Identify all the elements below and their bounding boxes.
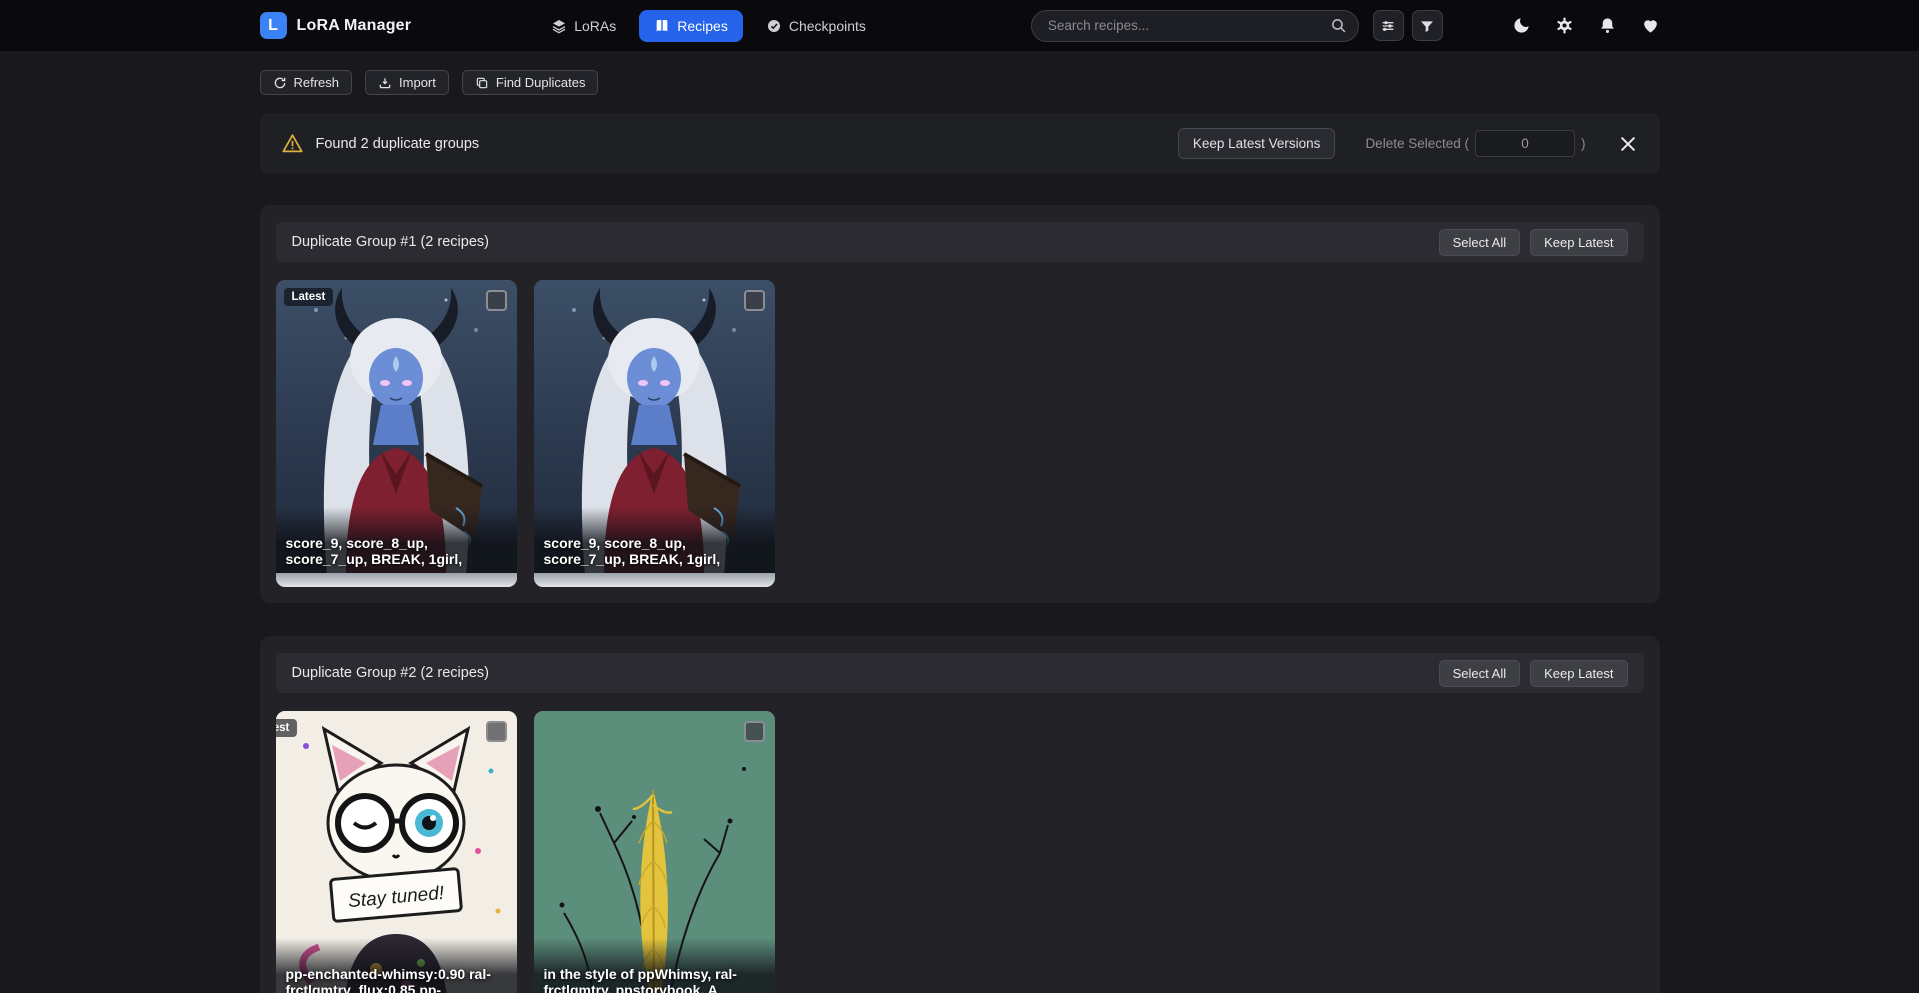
- filter-button[interactable]: [1412, 10, 1443, 41]
- card-caption: pp-enchanted-whimsy:0.90 ral-frctlgmtry_…: [276, 938, 517, 993]
- layers-icon: [551, 18, 567, 34]
- button-label: Refresh: [294, 75, 340, 90]
- card-caption: in the style of ppWhimsy, ral-frctlgmtry…: [534, 938, 775, 993]
- navbar: L LoRA Manager LoRAs Recipes: [0, 0, 1919, 51]
- group-title: Duplicate Group #1 (2 recipes): [292, 234, 489, 250]
- settings-button[interactable]: [1555, 16, 1574, 35]
- warning-icon: [282, 133, 303, 154]
- tab-checkpoints[interactable]: Checkpoints: [751, 10, 881, 42]
- card-list: Stay tuned! Latest pp-enchanted-whimsy:0…: [276, 711, 1644, 993]
- close-alert-button[interactable]: [1618, 134, 1638, 154]
- funnel-icon: [1419, 18, 1435, 34]
- search-icon[interactable]: [1330, 17, 1347, 34]
- app-title: LoRA Manager: [297, 17, 412, 35]
- refresh-icon: [273, 76, 287, 90]
- delete-count-input[interactable]: [1475, 130, 1575, 157]
- latest-badge: Latest: [276, 719, 298, 737]
- support-button[interactable]: [1641, 16, 1660, 35]
- find-duplicates-button[interactable]: Find Duplicates: [462, 70, 599, 95]
- sort-options-button[interactable]: [1373, 10, 1404, 41]
- group-title: Duplicate Group #2 (2 recipes): [292, 665, 489, 681]
- book-icon: [654, 18, 670, 34]
- card-checkbox[interactable]: [744, 290, 765, 311]
- recipe-card[interactable]: in the style of ppWhimsy, ral-frctlgmtry…: [534, 711, 775, 993]
- keep-latest-button[interactable]: Keep Latest: [1530, 660, 1627, 687]
- check-circle-icon: [766, 18, 782, 34]
- card-footer-strip: [276, 573, 517, 587]
- brand: L LoRA Manager: [260, 12, 412, 39]
- button-label: Find Duplicates: [496, 75, 586, 90]
- card-checkbox[interactable]: [486, 290, 507, 311]
- duplicates-alert: Found 2 duplicate groups Keep Latest Ver…: [260, 113, 1660, 174]
- group-actions: Select All Keep Latest: [1439, 660, 1628, 687]
- alert-message: Found 2 duplicate groups: [316, 136, 480, 152]
- recipe-card[interactable]: Latest score_9, score_8_up, score_7_up, …: [276, 280, 517, 587]
- navbar-actions: [1512, 16, 1660, 35]
- toolbar: Refresh Import Find Duplicates: [260, 70, 1660, 95]
- delete-selected-label: Delete Selected (: [1365, 136, 1469, 151]
- group-header: Duplicate Group #1 (2 recipes) Select Al…: [276, 222, 1644, 262]
- app-screen: L LoRA Manager LoRAs Recipes: [0, 0, 1919, 993]
- notifications-button[interactable]: [1598, 16, 1617, 35]
- card-checkbox[interactable]: [486, 721, 507, 742]
- button-label: Import: [399, 75, 436, 90]
- select-all-button[interactable]: Select All: [1439, 660, 1520, 687]
- group-actions: Select All Keep Latest: [1439, 229, 1628, 256]
- card-caption: score_9, score_8_up, score_7_up, BREAK, …: [276, 507, 517, 573]
- card-caption: score_9, score_8_up, score_7_up, BREAK, …: [534, 507, 775, 573]
- tab-recipes[interactable]: Recipes: [639, 10, 743, 42]
- search-input[interactable]: [1031, 10, 1359, 42]
- tab-label: Checkpoints: [789, 18, 866, 34]
- latest-badge: Latest: [284, 288, 334, 306]
- search: [1031, 10, 1359, 42]
- main-content: Refresh Import Find Duplicates Found 2 d…: [260, 70, 1660, 993]
- duplicates-icon: [475, 76, 489, 90]
- delete-selected-button[interactable]: Delete Selected ( ): [1365, 130, 1585, 157]
- theme-toggle-button[interactable]: [1512, 16, 1531, 35]
- card-footer-strip: [534, 573, 775, 587]
- card-checkbox[interactable]: [744, 721, 765, 742]
- refresh-button[interactable]: Refresh: [260, 70, 353, 95]
- keep-latest-versions-button[interactable]: Keep Latest Versions: [1178, 128, 1336, 159]
- recipe-card[interactable]: Stay tuned! Latest pp-enchanted-whimsy:0…: [276, 711, 517, 993]
- select-all-button[interactable]: Select All: [1439, 229, 1520, 256]
- tab-label: Recipes: [677, 18, 728, 34]
- duplicate-group-1: Duplicate Group #1 (2 recipes) Select Al…: [260, 205, 1660, 603]
- app-logo[interactable]: L: [260, 12, 287, 39]
- recipe-card[interactable]: score_9, score_8_up, score_7_up, BREAK, …: [534, 280, 775, 587]
- tab-loras[interactable]: LoRAs: [536, 10, 631, 42]
- keep-latest-button[interactable]: Keep Latest: [1530, 229, 1627, 256]
- main-nav: LoRAs Recipes Checkpoints: [536, 10, 881, 42]
- sliders-icon: [1380, 18, 1396, 34]
- card-list: Latest score_9, score_8_up, score_7_up, …: [276, 280, 1644, 587]
- import-button[interactable]: Import: [365, 70, 449, 95]
- duplicate-group-2: Duplicate Group #2 (2 recipes) Select Al…: [260, 636, 1660, 993]
- group-header: Duplicate Group #2 (2 recipes) Select Al…: [276, 653, 1644, 693]
- import-icon: [378, 76, 392, 90]
- alert-actions: Keep Latest Versions Delete Selected ( ): [1178, 128, 1638, 159]
- delete-selected-label-suffix: ): [1581, 136, 1586, 151]
- tab-label: LoRAs: [574, 18, 616, 34]
